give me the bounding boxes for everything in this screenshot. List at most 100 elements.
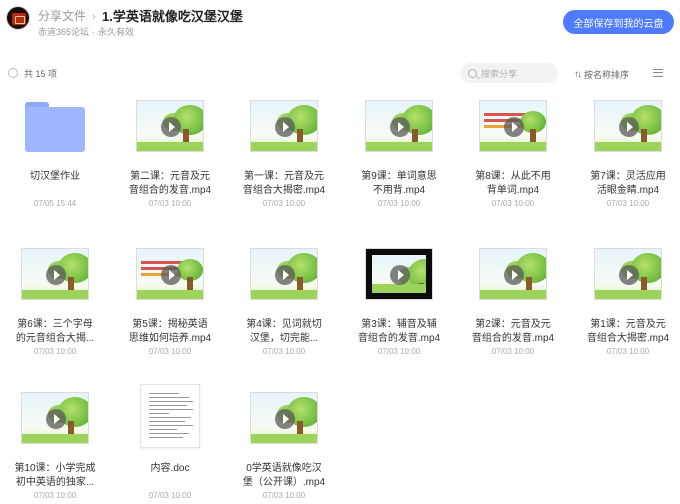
file-thumbnail[interactable] bbox=[122, 96, 218, 156]
file-thumbnail[interactable] bbox=[236, 388, 332, 448]
file-thumbnail[interactable] bbox=[351, 244, 447, 304]
file-name[interactable]: 切汉堡作业 bbox=[7, 170, 103, 198]
play-icon[interactable] bbox=[390, 265, 410, 285]
file-name[interactable]: 内容.doc bbox=[122, 462, 218, 490]
file-name[interactable]: 第3课：辅音及辅音组合的发音.mp4 bbox=[351, 318, 447, 346]
video-thumbnail bbox=[594, 248, 662, 300]
play-icon[interactable] bbox=[275, 117, 295, 137]
file-name[interactable]: 第一课：元音及元音组合大揭密.mp4 bbox=[236, 170, 332, 198]
file-item[interactable]: 第8课：从此不用背单词.mp4 07/03 10:00 bbox=[465, 96, 561, 209]
file-name[interactable]: 第10课：小学完成初中英语的独家... bbox=[7, 462, 103, 490]
file-name[interactable]: 第二课：元音及元音组合的发音.mp4 bbox=[122, 170, 218, 198]
play-icon[interactable] bbox=[46, 409, 66, 429]
video-thumbnail bbox=[365, 248, 433, 300]
file-thumbnail[interactable] bbox=[122, 384, 218, 448]
file-name[interactable]: 第1课：元音及元音组合大揭密.mp4 bbox=[580, 318, 676, 346]
file-item[interactable]: 第3课：辅音及辅音组合的发音.mp4 07/03 10:00 bbox=[351, 244, 447, 357]
play-icon[interactable] bbox=[619, 265, 639, 285]
file-thumbnail[interactable] bbox=[465, 244, 561, 304]
file-thumbnail[interactable] bbox=[122, 244, 218, 304]
file-item[interactable]: 第7课：灵活应用活眼金睛.mp4 07/03 10:00 bbox=[580, 96, 676, 209]
sort-button[interactable]: ↑↓ 按名称排序 bbox=[574, 68, 629, 81]
select-all-checkbox[interactable] bbox=[8, 68, 18, 78]
file-item[interactable]: 切汉堡作业 07/05 15:44 bbox=[7, 96, 103, 209]
play-icon[interactable] bbox=[161, 265, 181, 285]
video-thumbnail bbox=[250, 392, 318, 444]
file-thumbnail[interactable] bbox=[7, 244, 103, 304]
play-icon[interactable] bbox=[275, 265, 295, 285]
file-thumbnail[interactable] bbox=[236, 244, 332, 304]
play-icon[interactable] bbox=[504, 117, 524, 137]
file-name[interactable]: 第4课：见词就切汉堡，切完能... bbox=[236, 318, 332, 346]
file-item[interactable]: 第10课：小学完成初中英语的独家... 07/03 10:00 bbox=[7, 388, 103, 501]
search-icon bbox=[468, 68, 477, 78]
file-date: 07/03 10:00 bbox=[377, 347, 421, 356]
document-icon bbox=[140, 384, 200, 448]
video-thumbnail bbox=[594, 100, 662, 152]
save-all-button[interactable]: 全部保存到我的云盘 bbox=[563, 10, 674, 34]
folder-icon bbox=[25, 102, 85, 152]
file-name[interactable]: 0学英语就像吃汉堡（公开课）.mp4 bbox=[236, 462, 332, 490]
share-meta: 赤道365论坛 · 永久有效 bbox=[38, 25, 134, 38]
file-date: 07/03 10:00 bbox=[33, 347, 77, 356]
breadcrumb-root-link[interactable]: 分享文件 bbox=[38, 7, 86, 24]
play-icon[interactable] bbox=[504, 265, 524, 285]
play-icon[interactable] bbox=[161, 117, 181, 137]
video-thumbnail bbox=[250, 248, 318, 300]
file-date: 07/03 10:00 bbox=[262, 199, 306, 208]
file-item[interactable]: 第4课：见词就切汉堡，切完能... 07/03 10:00 bbox=[236, 244, 332, 357]
video-thumbnail bbox=[136, 248, 204, 300]
search-box[interactable]: 搜索分享 bbox=[460, 63, 558, 83]
file-date: 07/03 10:00 bbox=[491, 199, 535, 208]
file-date: 07/03 10:00 bbox=[377, 199, 421, 208]
file-date: 07/03 10:00 bbox=[33, 491, 77, 500]
file-thumbnail[interactable] bbox=[580, 96, 676, 156]
sharer-avatar[interactable] bbox=[6, 6, 30, 30]
video-thumbnail bbox=[479, 248, 547, 300]
file-date: 07/03 10:00 bbox=[606, 347, 650, 356]
file-item[interactable]: 第1课：元音及元音组合大揭密.mp4 07/03 10:00 bbox=[580, 244, 676, 357]
video-thumbnail bbox=[21, 392, 89, 444]
file-thumbnail[interactable] bbox=[7, 96, 103, 156]
play-icon[interactable] bbox=[275, 409, 295, 429]
file-name[interactable]: 第6课：三个字母的元音组合大揭... bbox=[7, 318, 103, 346]
video-thumbnail bbox=[136, 100, 204, 152]
file-name[interactable]: 第5课：揭秘英语思维如何培养.mp4 bbox=[122, 318, 218, 346]
file-date: 07/03 10:00 bbox=[262, 347, 306, 356]
sort-arrows-icon: ↑↓ bbox=[574, 69, 582, 80]
file-item[interactable]: 第一课：元音及元音组合大揭密.mp4 07/03 10:00 bbox=[236, 96, 332, 209]
meta-separator: · bbox=[92, 27, 96, 37]
file-name[interactable]: 第7课：灵活应用活眼金睛.mp4 bbox=[580, 170, 676, 198]
video-thumbnail bbox=[365, 100, 433, 152]
file-item[interactable]: 第9课：单词意思不用背.mp4 07/03 10:00 bbox=[351, 96, 447, 209]
file-item[interactable]: 0学英语就像吃汉堡（公开课）.mp4 07/03 10:00 bbox=[236, 388, 332, 501]
file-item[interactable]: 第5课：揭秘英语思维如何培养.mp4 07/03 10:00 bbox=[122, 244, 218, 357]
file-name[interactable]: 第8课：从此不用背单词.mp4 bbox=[465, 170, 561, 198]
file-toolbar: 共 15 项 搜索分享 ↑↓ 按名称排序 bbox=[0, 60, 680, 86]
file-thumbnail[interactable] bbox=[236, 96, 332, 156]
file-thumbnail[interactable] bbox=[580, 244, 676, 304]
file-item[interactable]: 内容.doc 07/03 10:00 bbox=[122, 384, 218, 501]
file-thumbnail[interactable] bbox=[351, 96, 447, 156]
file-name[interactable]: 第2课：元音及元音组合的发音.mp4 bbox=[465, 318, 561, 346]
file-item[interactable]: 第二课：元音及元音组合的发音.mp4 07/03 10:00 bbox=[122, 96, 218, 209]
search-input[interactable]: 搜索分享 bbox=[481, 67, 517, 80]
list-menu-icon[interactable] bbox=[653, 69, 663, 77]
file-thumbnail[interactable] bbox=[7, 388, 103, 448]
play-icon[interactable] bbox=[390, 117, 410, 137]
file-date: 07/03 10:00 bbox=[148, 491, 192, 500]
page-title: 1.学英语就像吃汉堡汉堡 bbox=[102, 9, 243, 24]
play-icon[interactable] bbox=[46, 265, 66, 285]
breadcrumb-separator: › bbox=[92, 8, 97, 23]
file-thumbnail[interactable] bbox=[465, 96, 561, 156]
file-item[interactable]: 第6课：三个字母的元音组合大揭... 07/03 10:00 bbox=[7, 244, 103, 357]
play-icon[interactable] bbox=[619, 117, 639, 137]
breadcrumb: 分享文件 › 1.学英语就像吃汉堡汉堡 bbox=[38, 6, 243, 25]
item-count: 共 15 项 bbox=[24, 69, 58, 79]
file-name[interactable]: 第9课：单词意思不用背.mp4 bbox=[351, 170, 447, 198]
video-thumbnail bbox=[479, 100, 547, 152]
share-validity: 永久有效 bbox=[98, 27, 135, 37]
file-date: 07/03 10:00 bbox=[148, 199, 192, 208]
share-header: 分享文件 › 1.学英语就像吃汉堡汉堡 赤道365论坛 · 永久有效 全部保存到我的… bbox=[0, 0, 680, 44]
file-item[interactable]: 第2课：元音及元音组合的发音.mp4 07/03 10:00 bbox=[465, 244, 561, 357]
